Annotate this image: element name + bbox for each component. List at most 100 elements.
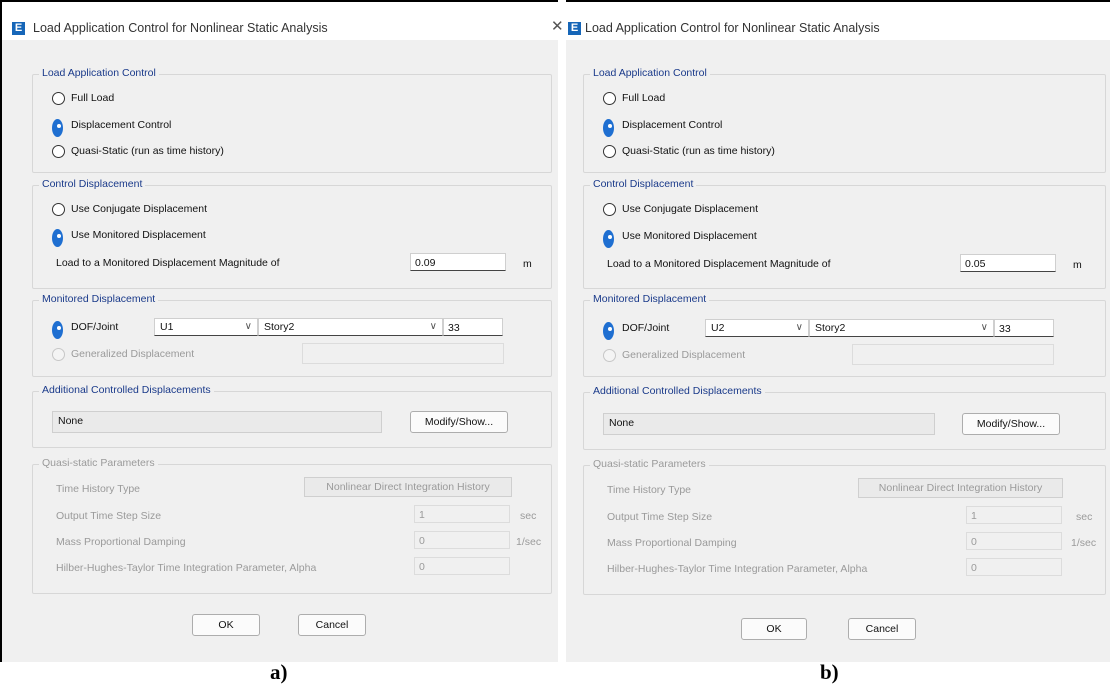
group-heading: Additional Controlled Displacements xyxy=(39,384,214,396)
window-title: Load Application Control for Nonlinear S… xyxy=(585,21,880,35)
magnitude-unit: m xyxy=(523,258,532,270)
dof-select[interactable]: U2 ∨ xyxy=(705,319,809,337)
chevron-down-icon: ∨ xyxy=(429,321,437,332)
group-heading: Quasi-static Parameters xyxy=(590,458,709,470)
hht-alpha-label: Hilber-Hughes-Taylor Time Integration Pa… xyxy=(607,563,868,575)
story-select[interactable]: Story2 ∨ xyxy=(809,319,994,337)
output-time-step-label: Output Time Step Size xyxy=(56,510,162,522)
group-heading: Load Application Control xyxy=(39,67,159,79)
output-time-step-field: 1 xyxy=(966,506,1062,524)
caption-b: b) xyxy=(820,660,839,684)
mass-damping-unit: 1/sec xyxy=(516,536,542,548)
dof-value: U1 xyxy=(160,321,174,333)
time-history-type-value: Nonlinear Direct Integration History xyxy=(878,482,1043,494)
output-time-step-unit: sec xyxy=(1076,511,1093,523)
etabs-app-icon: E xyxy=(12,22,25,35)
full-load-radio[interactable] xyxy=(52,92,65,105)
monitored-displacement-group: Monitored Displacement xyxy=(32,293,552,377)
generalized-displacement-field xyxy=(852,344,1054,365)
modify-show-button[interactable]: Modify/Show... xyxy=(410,411,508,433)
conjugate-displacement-radio[interactable] xyxy=(52,203,65,216)
title-bar: E Load Application Control for Nonlinear… xyxy=(2,2,558,40)
additional-displacements-value: None xyxy=(58,415,84,427)
story-select[interactable]: Story2 ∨ xyxy=(258,318,443,336)
time-history-type-field: Nonlinear Direct Integration History xyxy=(858,478,1063,498)
dof-joint-radio[interactable] xyxy=(52,321,63,339)
hht-alpha-field: 0 xyxy=(414,557,510,575)
dof-joint-label[interactable]: DOF/Joint xyxy=(71,321,118,333)
additional-displacements-value: None xyxy=(609,417,635,429)
full-load-radio[interactable] xyxy=(603,92,616,105)
time-history-type-label: Time History Type xyxy=(56,483,141,495)
quasi-static-radio[interactable] xyxy=(603,145,616,158)
conjugate-displacement-label[interactable]: Use Conjugate Displacement xyxy=(71,203,207,215)
dialog-a: E Load Application Control for Nonlinear… xyxy=(0,0,558,662)
caption-a: a) xyxy=(270,660,288,684)
dof-joint-radio[interactable] xyxy=(603,322,614,340)
group-heading: Quasi-static Parameters xyxy=(39,457,158,469)
additional-displacements-display: None xyxy=(603,413,935,435)
displacement-control-radio[interactable] xyxy=(603,119,614,137)
monitored-displacement-radio[interactable] xyxy=(603,230,614,248)
dof-select[interactable]: U1 ∨ xyxy=(154,318,258,336)
magnitude-label: Load to a Monitored Displacement Magnitu… xyxy=(607,258,831,270)
mass-damping-label: Mass Proportional Damping xyxy=(56,536,186,548)
generalized-displacement-label: Generalized Displacement xyxy=(71,348,195,360)
cancel-button[interactable]: Cancel xyxy=(298,614,366,636)
full-load-label[interactable]: Full Load xyxy=(71,92,114,104)
magnitude-label: Load to a Monitored Displacement Magnitu… xyxy=(56,257,280,269)
dof-value: U2 xyxy=(711,322,725,334)
mass-damping-field: 0 xyxy=(414,531,510,549)
time-history-type-value: Nonlinear Direct Integration History xyxy=(326,481,490,493)
monitored-displacement-radio[interactable] xyxy=(52,229,63,247)
magnitude-unit: m xyxy=(1073,259,1082,271)
monitored-displacement-label[interactable]: Use Monitored Displacement xyxy=(622,230,757,242)
generalized-displacement-field xyxy=(302,343,504,364)
displacement-control-radio[interactable] xyxy=(52,119,63,137)
monitored-displacement-group: Monitored Displacement xyxy=(583,293,1106,377)
hht-alpha-label: Hilber-Hughes-Taylor Time Integration Pa… xyxy=(56,562,317,574)
quasi-static-label[interactable]: Quasi-Static (run as time history) xyxy=(71,145,224,157)
mass-damping-field: 0 xyxy=(966,532,1062,550)
story-value: Story2 xyxy=(815,322,846,334)
group-heading: Control Displacement xyxy=(39,178,146,190)
mass-damping-label: Mass Proportional Damping xyxy=(607,537,737,549)
close-icon[interactable]: ✕ xyxy=(551,17,564,35)
cancel-button[interactable]: Cancel xyxy=(848,618,916,640)
full-load-label[interactable]: Full Load xyxy=(622,92,665,104)
group-heading: Monitored Displacement xyxy=(39,293,159,305)
magnitude-input[interactable]: 0.09 xyxy=(410,253,506,271)
group-heading: Load Application Control xyxy=(590,67,710,79)
output-time-step-unit: sec xyxy=(520,510,537,522)
generalized-displacement-radio[interactable] xyxy=(52,348,65,361)
group-heading: Additional Controlled Displacements xyxy=(590,385,765,397)
generalized-displacement-radio[interactable] xyxy=(603,349,616,362)
story-value: Story2 xyxy=(264,321,295,333)
chevron-down-icon: ∨ xyxy=(244,321,252,332)
ok-button[interactable]: OK xyxy=(741,618,807,640)
magnitude-input[interactable]: 0.05 xyxy=(960,254,1056,272)
displacement-control-label[interactable]: Displacement Control xyxy=(71,119,171,131)
displacement-control-label[interactable]: Displacement Control xyxy=(622,119,722,131)
additional-displacements-display: None xyxy=(52,411,382,433)
chevron-down-icon: ∨ xyxy=(980,322,988,333)
etabs-app-icon: E xyxy=(568,22,581,35)
joint-input[interactable]: 33 xyxy=(994,319,1054,337)
hht-alpha-field: 0 xyxy=(966,558,1062,576)
quasi-static-label[interactable]: Quasi-Static (run as time history) xyxy=(622,145,775,157)
joint-input[interactable]: 33 xyxy=(443,318,503,336)
conjugate-displacement-radio[interactable] xyxy=(603,203,616,216)
output-time-step-field: 1 xyxy=(414,505,510,523)
quasi-static-radio[interactable] xyxy=(52,145,65,158)
group-heading: Control Displacement xyxy=(590,178,697,190)
modify-show-button[interactable]: Modify/Show... xyxy=(962,413,1060,435)
dialog-b: E Load Application Control for Nonlinear… xyxy=(566,0,1110,662)
group-heading: Monitored Displacement xyxy=(590,293,710,305)
conjugate-displacement-label[interactable]: Use Conjugate Displacement xyxy=(622,203,758,215)
output-time-step-label: Output Time Step Size xyxy=(607,511,713,523)
dof-joint-label[interactable]: DOF/Joint xyxy=(622,322,669,334)
ok-button[interactable]: OK xyxy=(192,614,260,636)
generalized-displacement-label: Generalized Displacement xyxy=(622,349,746,361)
chevron-down-icon: ∨ xyxy=(795,322,803,333)
monitored-displacement-label[interactable]: Use Monitored Displacement xyxy=(71,229,206,241)
